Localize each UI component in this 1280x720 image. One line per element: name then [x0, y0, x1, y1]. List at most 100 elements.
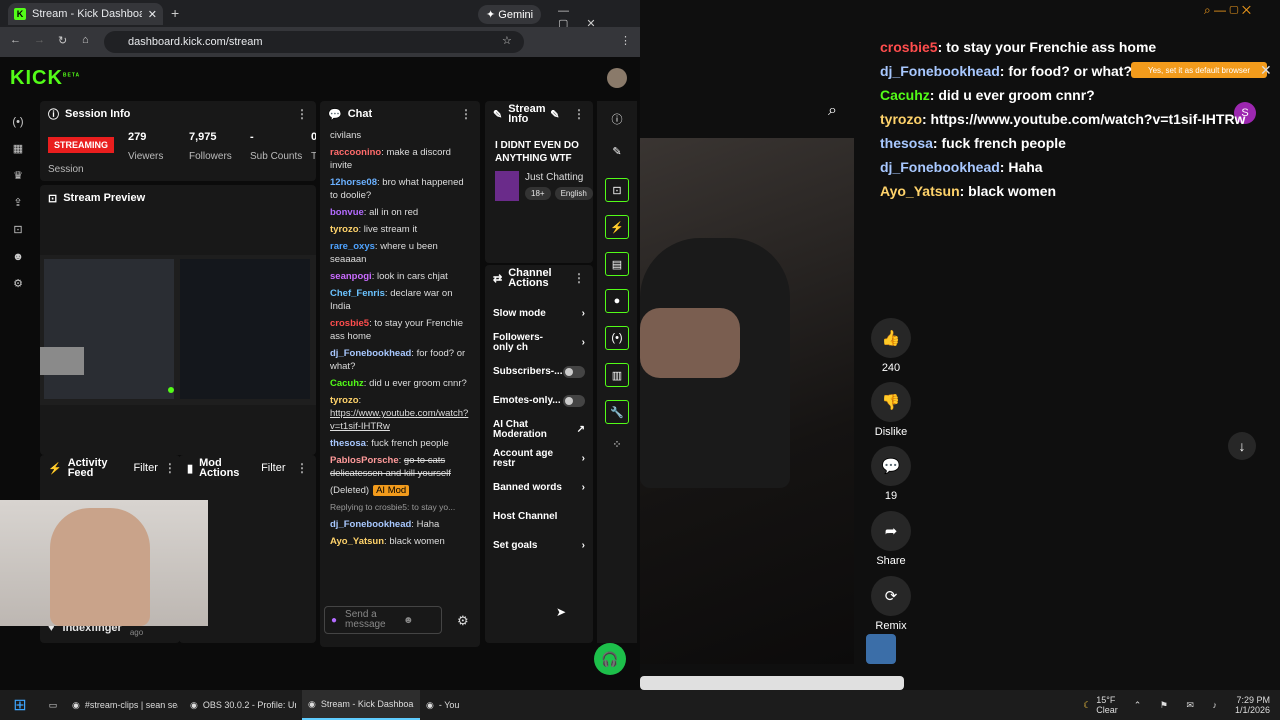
comments-button[interactable]: 💬 19 [866, 446, 916, 502]
chat-username[interactable]: seanpogi [330, 271, 372, 282]
taskbar-app[interactable]: ◉ - You [420, 690, 538, 720]
filter-button[interactable]: Filter [261, 462, 285, 474]
arrow-down-icon[interactable]: ↓ [1228, 432, 1256, 460]
taskbar-app[interactable]: ◉ Stream - Kick Dashboar [302, 690, 420, 720]
channel-action-item[interactable]: AI Chat Moderation ↗ [485, 415, 593, 444]
channel-action-item[interactable]: Followers-only ch › [485, 328, 593, 357]
home-icon[interactable]: ⌂ [82, 34, 89, 46]
chat-username[interactable]: raccoonino [330, 147, 381, 158]
filter-button[interactable]: Filter [133, 462, 157, 474]
more-icon[interactable]: ⋮ [460, 107, 472, 121]
window-controls[interactable]: ⌕ — ▢ ✕ [1204, 3, 1251, 18]
chat-placeholder: Send a message [345, 609, 386, 630]
panel-title: Session Info [65, 108, 131, 120]
channel-action-item[interactable]: Account age restr › [485, 444, 593, 473]
taskbar-app[interactable]: ◉ #stream-clips | sean sea [66, 690, 184, 720]
taskbar-app[interactable]: ◉ OBS 30.0.2 - Profile: Unt [184, 690, 302, 720]
status-badge: STREAMING [48, 137, 114, 153]
chat-username[interactable]: 12horse08 [330, 177, 377, 188]
share-icon: ➦ [871, 511, 911, 551]
chat-input[interactable]: ● Send a message ☻ [324, 606, 442, 634]
chat-username[interactable]: dj_Fonebookhead [330, 519, 411, 530]
more-icon[interactable]: ⋮ [296, 461, 308, 475]
upload-nav-icon[interactable]: ⇪ [8, 190, 28, 217]
chat-username[interactable]: crosbie5 [330, 318, 369, 329]
new-tab-icon[interactable]: + [171, 5, 179, 21]
support-headset-icon[interactable]: 🎧 [594, 643, 626, 675]
more-icon[interactable]: ⋮ [296, 107, 308, 121]
chat-username[interactable]: tyrozo [330, 224, 359, 235]
edit-icon[interactable]: ✎ [597, 127, 637, 158]
menu-icon[interactable]: ⋮ [620, 34, 631, 47]
kick-logo[interactable]: KICKBETA [10, 67, 80, 90]
share-button[interactable]: ➦ Share [866, 511, 916, 567]
weather-widget[interactable]: ☾ 15°F Clear [1077, 690, 1124, 720]
gemini-button[interactable]: ✦ Gemini [478, 5, 542, 24]
chat-username[interactable]: bonvue [330, 207, 364, 218]
toggle-switch[interactable] [563, 365, 585, 378]
emoji-icon[interactable]: ☻ [403, 615, 414, 626]
search-icon[interactable]: ⌕ [828, 102, 837, 120]
channel-action-item[interactable]: Subscribers-... [485, 357, 593, 386]
layout-icon[interactable]: ▥ [605, 363, 629, 387]
wrench-icon[interactable]: 🔧 [605, 400, 629, 424]
users-nav-icon[interactable]: ☻ [8, 244, 28, 271]
short-video[interactable] [640, 138, 854, 664]
category-thumbnail[interactable] [495, 171, 519, 201]
channel-avatar[interactable] [866, 634, 896, 664]
apps-icon[interactable]: ⁘ [597, 424, 637, 451]
reload-icon[interactable]: ↻ [58, 34, 67, 47]
dislike-button[interactable]: 👎 Dislike [866, 382, 916, 438]
close-tab-icon[interactable]: ✕ [148, 8, 157, 21]
more-icon[interactable]: ⋮ [573, 271, 585, 285]
clock[interactable]: 7:29 PM 1/1/2026 [1235, 695, 1270, 715]
mic-icon: ● [331, 614, 338, 626]
task-view-icon[interactable]: ▭ [40, 690, 66, 720]
tray-icons[interactable]: ⌃ ⚑ ✉ ♪ [1134, 700, 1225, 711]
chat-username[interactable]: Ayo_Yatsun [330, 536, 384, 547]
chat-username[interactable]: PablosPorsche [330, 455, 399, 466]
browser-tab[interactable]: K Stream - Kick Dashboard ✕ [8, 3, 163, 25]
chat-settings-icon[interactable]: ⚙ [457, 613, 469, 629]
stat: 279 Viewers [128, 131, 186, 162]
broadcast-icon[interactable]: (•) [605, 326, 629, 350]
chat-bubble-icon[interactable]: ● [605, 289, 629, 313]
chat-username[interactable]: thesosa [330, 438, 366, 449]
analytics-nav-icon[interactable]: ▦ [8, 136, 28, 163]
channel-action-item[interactable]: Emotes-only... [485, 386, 593, 415]
comment-icon: 💬 [871, 446, 911, 486]
channel-action-item[interactable]: Banned words › [485, 473, 593, 502]
more-icon[interactable]: ⋮ [164, 461, 176, 475]
channel-action-item[interactable]: Slow mode › [485, 299, 593, 328]
channel-action-item[interactable]: Set goals › [485, 531, 593, 560]
chat-username[interactable]: Chef_Fenris [330, 288, 385, 299]
chat-username[interactable]: rare_oxys [330, 241, 375, 252]
stat-label: Followers [189, 151, 232, 162]
back-icon[interactable]: ← [10, 34, 21, 46]
chat-message: PablosPorsche: go to cats delicatessen a… [330, 455, 451, 479]
chat-username[interactable]: tyrozo [330, 395, 359, 406]
forward-icon[interactable]: → [34, 34, 45, 46]
toggle-switch[interactable] [563, 394, 585, 407]
lightning-icon[interactable]: ⚡ [605, 215, 629, 239]
clip-icon[interactable]: ⊡ [605, 178, 629, 202]
channel-action-item[interactable]: Host Channel [485, 502, 593, 531]
preview-video[interactable] [40, 255, 316, 405]
url-field[interactable]: dashboard.kick.com/stream [104, 31, 524, 53]
chat-username[interactable]: Cacuhz [330, 378, 364, 389]
user-avatar[interactable] [607, 68, 627, 88]
trophy-nav-icon[interactable]: ♛ [8, 163, 28, 190]
remix-button[interactable]: ⟳ Remix [866, 576, 916, 632]
bookmark-star-icon[interactable]: ☆ [502, 34, 512, 47]
stream-nav-icon[interactable]: (•) [8, 109, 28, 136]
edit-icon[interactable]: ✎ [550, 108, 559, 121]
info-icon[interactable]: ⓘ [597, 101, 637, 127]
windows-start-icon[interactable]: ⊞ [0, 690, 40, 720]
chat-text[interactable]: https://www.youtube.com/watch?v=t1sif-IH… [330, 408, 468, 432]
like-button[interactable]: 👍 240 [866, 318, 916, 374]
moderation-nav-icon[interactable]: ⊡ [8, 217, 28, 244]
chat-username[interactable]: dj_Fonebookhead [330, 348, 411, 359]
more-icon[interactable]: ⋮ [573, 107, 585, 121]
settings-nav-icon[interactable]: ⚙ [8, 271, 28, 298]
notes-icon[interactable]: ▤ [605, 252, 629, 276]
